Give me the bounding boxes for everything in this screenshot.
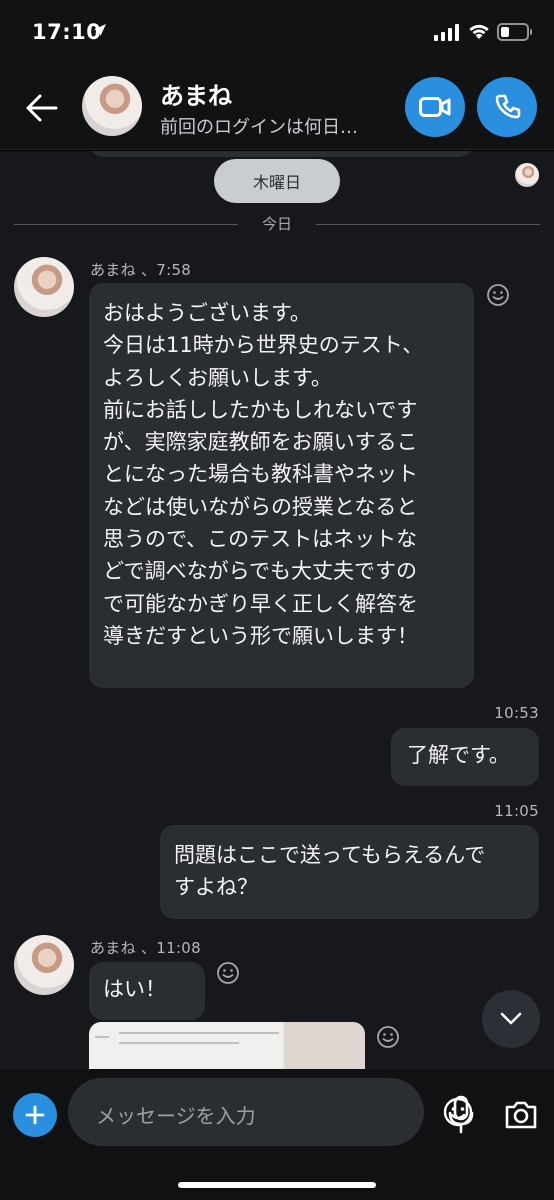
add-attachment-button[interactable]: [13, 1093, 57, 1137]
today-divider-line: [14, 224, 238, 225]
video-camera-icon: [419, 97, 451, 117]
message-input-placeholder: メッセージを入力: [96, 1104, 256, 1128]
day-separator-pill: 木曜日: [214, 159, 340, 203]
message-composer: メッセージを入力: [0, 1069, 554, 1200]
today-divider-label: 今日: [261, 215, 292, 233]
battery-icon: [497, 23, 532, 41]
phone-icon: [495, 94, 521, 119]
outgoing-message-bubble[interactable]: 問題はここで送ってもらえるんで すよね？: [160, 825, 539, 919]
voice-call-button[interactable]: [477, 77, 537, 137]
microphone-icon[interactable]: [445, 1095, 477, 1135]
message-meta: あまね 、11:08: [90, 939, 201, 957]
chat-header: あまね 前回のログインは何日…: [0, 66, 554, 150]
sender-avatar[interactable]: [14, 257, 74, 317]
contact-name[interactable]: あまね: [160, 76, 232, 111]
image-detail: [95, 1036, 109, 1038]
previous-message-bubble: [88, 151, 474, 157]
message-time: 11:05: [494, 802, 539, 820]
status-time: 17:10: [32, 20, 102, 44]
outgoing-message-bubble[interactable]: 了解です。: [391, 728, 539, 786]
video-call-button[interactable]: [405, 77, 465, 137]
message-time: 10:53: [494, 704, 539, 722]
smiley-reaction-icon[interactable]: [376, 1025, 400, 1049]
back-arrow-icon[interactable]: [22, 90, 62, 126]
message-input[interactable]: メッセージを入力: [68, 1078, 473, 1146]
smiley-reaction-icon[interactable]: [486, 283, 510, 307]
home-indicator: [178, 1182, 376, 1188]
incoming-message-bubble[interactable]: おはようございます。 今日は11時から世界史のテスト、 よろしくお願いします。 …: [89, 283, 474, 688]
location-arrow-icon: [94, 24, 106, 36]
cellular-signal-icon: [434, 24, 459, 41]
message-list[interactable]: 木曜日 今日 あまね 、7:58 おはようございます。 今日は11時から世界史の…: [0, 151, 554, 1069]
sender-avatar[interactable]: [14, 935, 74, 995]
image-detail: [119, 1042, 239, 1044]
image-attachment[interactable]: [89, 1022, 365, 1069]
plus-icon: [25, 1105, 45, 1125]
scroll-to-bottom-button[interactable]: [482, 990, 540, 1048]
status-bar: 17:10: [0, 0, 554, 66]
smiley-reaction-icon[interactable]: [216, 961, 240, 985]
read-receipt-avatar: [515, 163, 539, 187]
contact-last-login: 前回のログインは何日…: [160, 117, 358, 138]
incoming-message-bubble[interactable]: はい！: [89, 962, 205, 1020]
contact-avatar[interactable]: [82, 76, 142, 136]
message-meta: あまね 、7:58: [90, 261, 192, 279]
camera-icon[interactable]: [503, 1097, 539, 1133]
image-detail: [119, 1032, 279, 1034]
wifi-icon: [469, 24, 489, 39]
chevron-down-icon: [500, 1012, 522, 1025]
today-divider-line: [316, 224, 540, 225]
